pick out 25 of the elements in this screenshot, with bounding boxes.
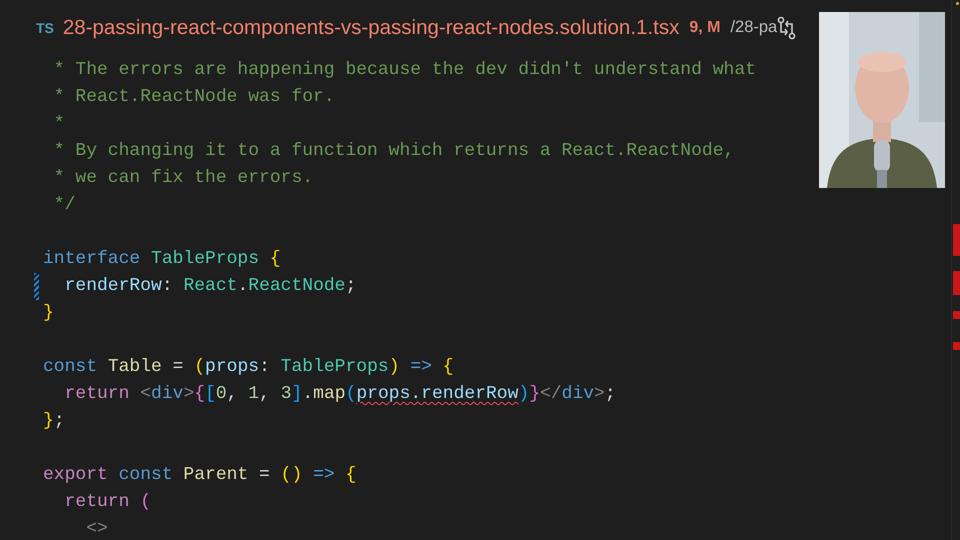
file-status: 9, M: [689, 18, 720, 36]
ruler-mark: [953, 311, 960, 319]
code-line: <>: [85, 518, 108, 540]
code-line: const Table = (props: TableProps) => {: [43, 356, 454, 379]
file-name[interactable]: 28-passing-react-components-vs-passing-react-nodes.solution.1.tsx: [62, 16, 680, 40]
code-line: * React.ReactNode was for.: [52, 86, 335, 109]
file-path: /28-pa: [730, 18, 778, 37]
code-line: return <div>{[0, 1, 3].map(props.renderRow)}</div>;: [64, 383, 616, 406]
code-line: };: [43, 410, 65, 433]
code-line: renderRow: React.ReactNode;: [64, 275, 356, 298]
language-label: TS: [36, 20, 54, 36]
code-line: * we can fix the errors.: [52, 167, 314, 190]
ruler-mark: [953, 224, 960, 256]
code-line: return (: [64, 491, 152, 514]
ruler-mark: [953, 342, 960, 350]
code-line: }: [43, 302, 54, 325]
compare-changes-icon[interactable]: [777, 16, 798, 40]
status-dot-icon: [956, 2, 959, 5]
code-line: * By changing it to a function which returns a React.ReactNode,: [52, 140, 734, 163]
code-line: */: [52, 194, 76, 217]
code-line: * The errors are happening because the dev didn't understand what: [52, 59, 756, 82]
code-line: export const Parent = () => {: [43, 464, 356, 487]
code-line: *: [52, 113, 65, 136]
ruler-mark: [953, 271, 960, 295]
code-line: interface TableProps {: [43, 248, 281, 271]
